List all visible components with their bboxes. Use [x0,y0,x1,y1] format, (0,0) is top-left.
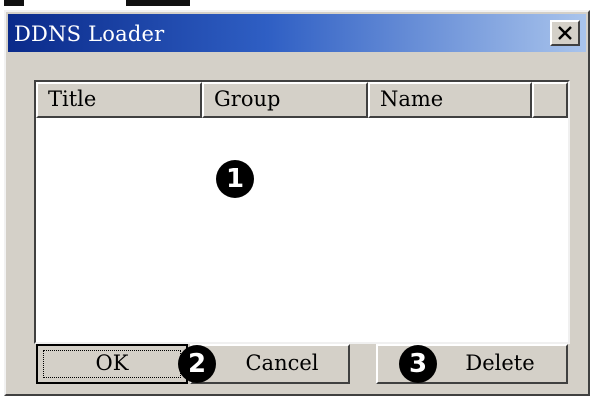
cancel-label: Cancel [245,351,319,375]
list-body[interactable]: 1 [36,118,568,342]
callout-marker-3: 3 [399,345,437,383]
close-button[interactable] [550,20,580,46]
dialog-window: DDNS Loader Title Group Name 1 OK Cancel… [4,10,590,396]
title-bar[interactable]: DDNS Loader [8,14,586,52]
ddns-list[interactable]: Title Group Name 1 [34,80,570,344]
ok-label: OK [95,351,129,375]
column-header-group[interactable]: Group [202,82,368,118]
column-header-title[interactable]: Title [36,82,202,118]
ok-button[interactable]: OK [36,344,188,384]
close-icon [558,26,572,40]
column-header-name[interactable]: Name [368,82,532,118]
top-edge-strip [0,0,591,10]
callout-marker-2: 2 [178,345,216,383]
column-header-extra[interactable] [532,82,568,118]
callout-marker-1: 1 [216,160,254,198]
window-title: DDNS Loader [14,22,165,46]
delete-label: Delete [465,351,535,375]
list-header: Title Group Name [36,82,568,118]
